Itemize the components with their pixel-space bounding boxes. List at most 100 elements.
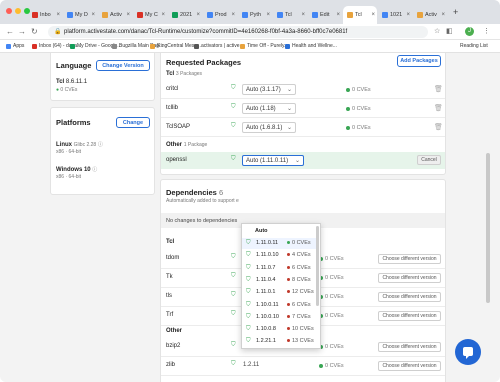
bookmark-favicon-icon [285,43,290,49]
browser-tab[interactable]: Tcl × [273,6,307,24]
bookmark-item[interactable]: Time Off - Purely... [240,43,288,49]
choose-version-button[interactable]: Choose different version [378,311,441,321]
bookmark-item[interactable]: Apps [6,43,24,49]
package-icon: ⛉ [231,311,236,317]
language-name: Tcl [56,79,65,85]
browser-tab[interactable]: Activ × [413,6,447,24]
close-tab-icon[interactable]: × [336,12,342,18]
change-version-button[interactable]: Change Version [96,60,150,71]
choose-version-button[interactable]: Choose different version [378,273,441,283]
tab-label: My C [145,12,158,18]
option-version: 1.11.0.4 [256,276,276,283]
dropdown-option-auto[interactable]: Auto [242,226,316,237]
dropdown-scrollbar[interactable] [316,226,319,306]
dropdown-option[interactable]: ⛉ 1.11.0.1 12 CVEs [242,287,316,298]
trash-icon[interactable]: 🗑 [434,123,443,131]
group-other-header: Other 1 Package [166,142,207,148]
browser-tab[interactable]: Pyth × [238,6,272,24]
requested-title: Requested Packages [166,58,242,67]
cancel-button[interactable]: Cancel [417,155,441,165]
info-icon[interactable]: ⓘ [92,167,97,173]
dropdown-option[interactable]: ⛉ 1.11.0.11 0 CVEs [242,238,316,249]
dropdown-option[interactable]: ⛉ 1.11.0.4 8 CVEs [242,275,316,286]
reload-icon[interactable]: ↻ [31,27,38,36]
close-tab-icon[interactable]: × [441,12,447,18]
browser-tab[interactable]: Activ × [98,6,132,24]
browser-tab[interactable]: 1021 × [378,6,412,24]
tab-favicon-icon [172,12,178,18]
browser-tab[interactable]: Edit × [308,6,342,24]
back-icon[interactable]: ← [6,27,14,36]
row-divider [161,117,445,118]
chat-button[interactable] [455,339,481,365]
close-tab-icon[interactable]: × [231,12,237,18]
page-scrollbar[interactable] [486,153,490,303]
star-icon[interactable]: ☆ [434,27,440,35]
platforms-card: Platforms Change Linux Glibc 2.28 ⓘ x86 … [50,107,155,195]
close-tab-icon[interactable]: × [406,12,412,18]
choose-version-button[interactable]: Choose different version [378,254,441,264]
dropdown-option[interactable]: ⛉ 1.11.0.7 6 CVEs [242,263,316,274]
cve-text: 0 CVEs [352,106,371,112]
menu-icon[interactable]: ⋮ [483,27,490,35]
version-select[interactable]: Auto (1.18) ⌄ [242,103,296,114]
close-tab-icon[interactable]: × [161,12,167,18]
reading-list[interactable]: Reading List [460,43,488,49]
version-select[interactable]: Auto (1.6.8.1) ⌄ [242,122,296,133]
bookmark-item[interactable]: activators | active... [194,43,244,49]
dropdown-option[interactable]: ⛉ 1.2.21.1 13 CVEs [242,336,316,347]
info-icon[interactable]: ⓘ [98,142,103,148]
dependency-name: zlib [166,362,176,368]
package-icon: ⛉ [246,252,251,259]
add-packages-button[interactable]: Add Packages [397,55,441,67]
browser-tab[interactable]: Inbo × [28,6,62,24]
close-tab-icon[interactable]: × [301,12,307,18]
new-tab-button[interactable]: + [453,7,458,17]
change-platforms-button[interactable]: Change [116,117,150,128]
extension-icon[interactable]: ◧ [446,27,453,35]
browser-tab[interactable]: My C × [133,6,167,24]
minimize-window-button[interactable] [15,8,21,14]
choose-version-button[interactable]: Choose different version [378,342,441,352]
status-dot-icon [287,265,290,269]
close-tab-icon[interactable]: × [266,12,272,18]
tab-favicon-icon [137,12,143,18]
requested-packages-card: Requested Packages Add Packages Tcl 3 Pa… [160,53,446,175]
version-select[interactable]: Auto (3.1.17) ⌄ [242,84,296,95]
trash-icon[interactable]: 🗑 [434,104,443,112]
browser-tab[interactable]: Tcl × [343,6,377,24]
dropdown-option[interactable]: ⛉ 1.11.0.10 4 CVEs [242,250,316,261]
dropdown-option[interactable]: ⛉ 1.10.0.8 10 CVEs [242,324,316,335]
cve-status: 0 CVEs [346,106,371,112]
choose-version-button[interactable]: Choose different version [378,361,441,371]
close-tab-icon[interactable]: × [91,12,97,18]
bookmark-favicon-icon [6,43,11,49]
browser-tab[interactable]: My D × [63,6,97,24]
cve-text: 0 CVEs [325,313,344,319]
close-tab-icon[interactable]: × [126,12,132,18]
cve-status: 0 CVEs [346,125,371,131]
option-cves-text: 8 CVEs [292,276,311,283]
browser-tab[interactable]: 2021 × [168,6,202,24]
close-window-button[interactable] [6,8,12,14]
profile-avatar[interactable]: J [465,27,474,36]
tab-label: 1021 [390,12,403,18]
url-field[interactable]: 🔒 platform.activestate.com/danac/Tcl-Run… [48,26,428,38]
close-tab-icon[interactable]: × [371,12,377,18]
choose-version-button[interactable]: Choose different version [378,292,441,302]
bookmark-item[interactable]: Health and Wellne... [285,43,337,49]
version-select[interactable]: Auto (1.11.0.11) ⌄ [242,155,304,166]
platform-item-windows: Windows 10 ⓘ [56,166,97,173]
forward-icon[interactable]: → [18,27,26,36]
dropdown-option[interactable]: ⛉ 1.10.0.11 6 CVEs [242,300,316,311]
close-tab-icon[interactable]: × [56,12,62,18]
row-divider [161,136,445,137]
cve-text: 0 CVEs [352,87,371,93]
language-card: Language Change Version Tcl 8.6.11.1 ● 0… [50,53,155,101]
close-tab-icon[interactable]: × [196,12,202,18]
no-changes-text: No changes to dependencies [166,218,238,224]
cve-status: 0 CVEs [319,344,344,350]
dropdown-option[interactable]: ⛉ 1.10.0.10 7 CVEs [242,312,316,323]
trash-icon[interactable]: 🗑 [434,85,443,93]
browser-tab[interactable]: Prod × [203,6,237,24]
